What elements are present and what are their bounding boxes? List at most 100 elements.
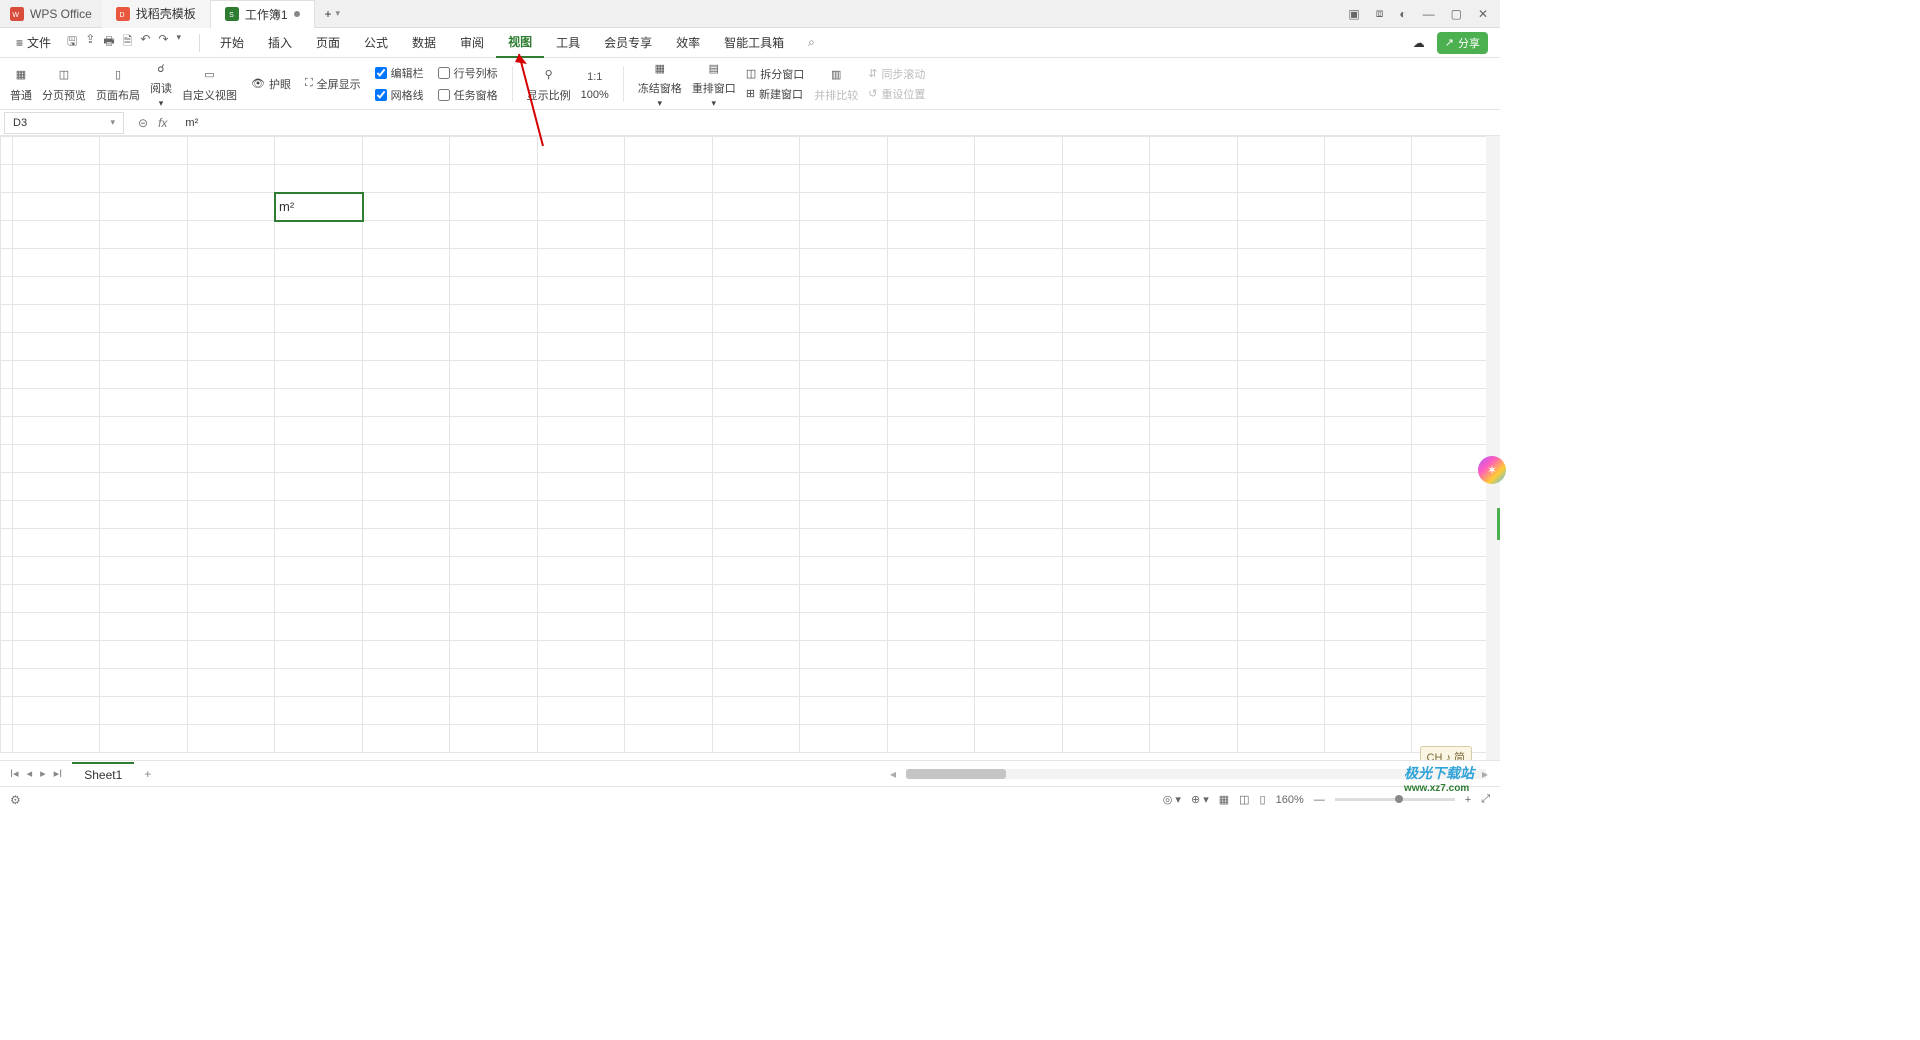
target-icon[interactable]: ⊕ ▾ xyxy=(1191,793,1209,806)
nav-last-icon[interactable]: ▸I xyxy=(54,767,63,780)
cell[interactable] xyxy=(975,641,1062,669)
cell[interactable] xyxy=(712,221,799,249)
cell[interactable] xyxy=(1150,697,1237,725)
cell[interactable] xyxy=(1062,333,1149,361)
cell[interactable] xyxy=(1150,277,1237,305)
cell[interactable] xyxy=(275,417,363,445)
cell[interactable] xyxy=(450,249,537,277)
menu-page[interactable]: 页面 xyxy=(304,28,352,58)
side-panel-icon[interactable]: ▣ xyxy=(1348,7,1359,21)
nav-prev-icon[interactable]: ◂ xyxy=(27,767,33,780)
cell[interactable] xyxy=(450,389,537,417)
cell[interactable] xyxy=(712,165,799,193)
cell[interactable] xyxy=(887,641,974,669)
cell[interactable] xyxy=(1325,389,1412,417)
cloud-icon[interactable]: ☁ xyxy=(1413,36,1425,50)
cell[interactable] xyxy=(800,697,887,725)
cell[interactable] xyxy=(1062,557,1149,585)
view-page-icon[interactable]: ◫ xyxy=(1239,793,1249,806)
cell[interactable] xyxy=(1150,557,1237,585)
cell[interactable] xyxy=(100,725,187,753)
cell[interactable] xyxy=(625,193,712,221)
zoom-out-icon[interactable]: — xyxy=(1314,794,1325,806)
cell[interactable] xyxy=(363,249,450,277)
view-normal-icon[interactable]: ▦ xyxy=(1219,793,1229,806)
tab-template[interactable]: D 找稻壳模板 xyxy=(102,0,211,28)
cell[interactable] xyxy=(1150,641,1237,669)
vertical-scrollbar[interactable] xyxy=(1486,136,1500,774)
cell[interactable] xyxy=(712,249,799,277)
cell[interactable] xyxy=(887,725,974,753)
export-icon[interactable]: ⇪ xyxy=(85,32,95,53)
cell[interactable] xyxy=(12,697,99,725)
cell[interactable] xyxy=(712,473,799,501)
cell[interactable] xyxy=(1237,221,1324,249)
cell[interactable] xyxy=(187,417,274,445)
cell[interactable] xyxy=(363,389,450,417)
cell[interactable] xyxy=(1237,697,1324,725)
cell[interactable] xyxy=(887,389,974,417)
cell[interactable] xyxy=(363,361,450,389)
ai-assistant-button[interactable]: ✶ xyxy=(1478,456,1506,484)
cell[interactable] xyxy=(363,557,450,585)
cell[interactable] xyxy=(275,249,363,277)
cell[interactable] xyxy=(1325,305,1412,333)
new-window-button[interactable]: ⊞ 新建窗口 xyxy=(746,86,804,102)
cell[interactable] xyxy=(1062,641,1149,669)
cell[interactable] xyxy=(1237,529,1324,557)
cell[interactable] xyxy=(275,473,363,501)
cell[interactable] xyxy=(1150,529,1237,557)
scroll-thumb[interactable] xyxy=(906,769,1006,779)
cell[interactable] xyxy=(12,305,99,333)
cell[interactable] xyxy=(100,417,187,445)
cell[interactable] xyxy=(625,501,712,529)
cell[interactable] xyxy=(363,641,450,669)
cell[interactable] xyxy=(1325,529,1412,557)
cell[interactable] xyxy=(800,557,887,585)
cell[interactable] xyxy=(625,221,712,249)
cell[interactable] xyxy=(275,305,363,333)
cell[interactable] xyxy=(1325,613,1412,641)
visibility-icon[interactable]: ◎ ▾ xyxy=(1163,793,1181,806)
cell[interactable] xyxy=(1062,221,1149,249)
cell[interactable] xyxy=(187,249,274,277)
cell[interactable] xyxy=(975,697,1062,725)
cell[interactable] xyxy=(275,641,363,669)
cell[interactable] xyxy=(625,305,712,333)
cell[interactable] xyxy=(625,473,712,501)
cell[interactable] xyxy=(712,305,799,333)
cell[interactable] xyxy=(450,445,537,473)
cell[interactable] xyxy=(363,585,450,613)
cell[interactable] xyxy=(800,445,887,473)
cell[interactable] xyxy=(800,613,887,641)
cell[interactable] xyxy=(12,445,99,473)
cell[interactable] xyxy=(187,501,274,529)
cell[interactable] xyxy=(100,193,187,221)
cell[interactable] xyxy=(1062,501,1149,529)
cell[interactable] xyxy=(975,669,1062,697)
cell[interactable] xyxy=(800,137,887,165)
cell[interactable] xyxy=(450,305,537,333)
cell[interactable] xyxy=(1237,333,1324,361)
cell[interactable] xyxy=(800,529,887,557)
menu-smarttools[interactable]: 智能工具箱 xyxy=(712,28,796,58)
zoom-button[interactable]: ⚲显示比例 xyxy=(527,65,571,103)
cell[interactable] xyxy=(887,585,974,613)
undo-icon[interactable]: ↶ xyxy=(140,32,150,53)
cell[interactable] xyxy=(537,137,624,165)
menu-review[interactable]: 审阅 xyxy=(448,28,496,58)
cell[interactable] xyxy=(1062,473,1149,501)
cell[interactable] xyxy=(275,361,363,389)
cell[interactable] xyxy=(625,417,712,445)
cell[interactable]: m² xyxy=(275,193,363,221)
cell[interactable] xyxy=(1237,613,1324,641)
cell[interactable] xyxy=(537,249,624,277)
cell[interactable] xyxy=(187,165,274,193)
cell[interactable] xyxy=(450,193,537,221)
cell[interactable] xyxy=(1062,529,1149,557)
cell[interactable] xyxy=(275,613,363,641)
cell[interactable] xyxy=(450,669,537,697)
cell[interactable] xyxy=(712,585,799,613)
cell[interactable] xyxy=(275,725,363,753)
cell[interactable] xyxy=(1062,389,1149,417)
